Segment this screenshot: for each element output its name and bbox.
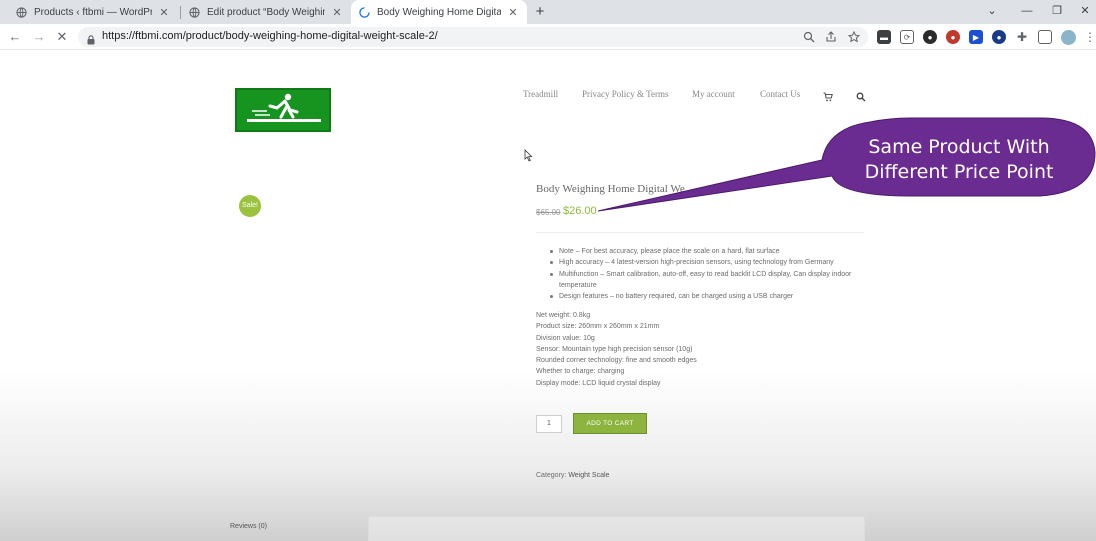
minimize-button[interactable]: — bbox=[1010, 0, 1044, 24]
nav-link-treadmill[interactable]: Treadmill bbox=[523, 89, 558, 99]
site-logo[interactable] bbox=[235, 88, 331, 132]
spec-line: Display mode: LCD liquid crystal display bbox=[536, 379, 661, 387]
spec-line: Net weight: 0.8kg bbox=[536, 312, 591, 319]
callout-text: Same Product With Different Price Point bbox=[836, 135, 1082, 185]
list-item: High accuracy – 4 latest-version high-pr… bbox=[548, 257, 868, 268]
side-panel-icon[interactable] bbox=[1038, 30, 1052, 44]
zoom-icon[interactable] bbox=[801, 29, 817, 45]
category-link[interactable]: Weight Scale bbox=[568, 472, 609, 479]
globe-icon bbox=[189, 6, 200, 18]
mouse-cursor-icon bbox=[524, 149, 533, 167]
close-icon[interactable]: ✕ bbox=[331, 6, 343, 19]
callout-line: Same Product With bbox=[868, 136, 1050, 158]
url-text[interactable]: https://ftbmi.com/product/body-weighing-… bbox=[102, 30, 438, 42]
bookmark-star-icon[interactable] bbox=[846, 29, 862, 45]
list-item: Design features – no battery required, c… bbox=[548, 291, 868, 302]
tab-title: Body Weighing Home Digital We bbox=[377, 6, 501, 18]
product-specs: Net weight: 0.8kg Product size: 260mm x … bbox=[536, 310, 697, 389]
tab-title: Products ‹ ftbmi — WordPress bbox=[34, 6, 152, 18]
back-button[interactable]: ← bbox=[7, 28, 23, 46]
extension-icon[interactable]: ● bbox=[923, 30, 937, 44]
quantity-input[interactable]: 1 bbox=[536, 415, 562, 433]
product-category: Category: Weight Scale bbox=[536, 472, 609, 479]
extension-icon[interactable]: ▶ bbox=[969, 30, 983, 44]
loading-spinner-icon bbox=[359, 6, 370, 18]
tab-title: Edit product “Body Weighing Ho bbox=[207, 6, 325, 18]
list-item: Note – For best accuracy, please place t… bbox=[548, 246, 868, 257]
tab-edit-product[interactable]: Edit product “Body Weighing Ho ✕ bbox=[181, 0, 351, 24]
menu-icon[interactable]: ⋮ bbox=[1083, 30, 1096, 44]
nav-link-contact[interactable]: Contact Us bbox=[760, 89, 800, 99]
close-icon[interactable]: ✕ bbox=[158, 6, 170, 19]
add-to-cart-button[interactable]: ADD TO CART bbox=[573, 413, 647, 434]
tab-products[interactable]: Products ‹ ftbmi — WordPress ✕ bbox=[8, 0, 178, 24]
close-icon[interactable]: ✕ bbox=[507, 6, 519, 19]
tab-product-page[interactable]: Body Weighing Home Digital We ✕ bbox=[351, 0, 527, 24]
callout-line: Different Price Point bbox=[864, 161, 1054, 183]
category-label: Category: bbox=[536, 472, 567, 479]
list-item: Multifunction – Smart calibration, auto-… bbox=[548, 269, 868, 280]
forward-button[interactable]: → bbox=[31, 28, 47, 46]
extension-icon[interactable]: ⟳ bbox=[900, 30, 914, 44]
search-icon[interactable] bbox=[856, 89, 866, 102]
new-tab-button[interactable]: + bbox=[531, 2, 549, 22]
nav-link-privacy[interactable]: Privacy Policy & Terms bbox=[582, 89, 668, 99]
list-item-continuation: temperature bbox=[559, 281, 597, 289]
globe-icon bbox=[16, 6, 27, 18]
divider bbox=[536, 232, 864, 233]
avatar[interactable] bbox=[1061, 30, 1076, 45]
tab-search-chevron-icon[interactable]: ⌄ bbox=[975, 0, 1009, 24]
tab-reviews[interactable]: Reviews (0) bbox=[230, 523, 267, 530]
nav-link-my-account[interactable]: My account bbox=[692, 89, 735, 99]
cart-icon[interactable] bbox=[823, 89, 833, 102]
spec-line: Sensor: Mountain type high precision sen… bbox=[536, 345, 693, 353]
spec-line: Product size: 260mm x 260mm x 21mm bbox=[536, 323, 660, 331]
browser-tab-bar: Products ‹ ftbmi — WordPress ✕ Edit prod… bbox=[0, 0, 1096, 24]
sale-badge: Sale! bbox=[239, 195, 261, 217]
spec-line: Rounded corner technology: fine and smoo… bbox=[536, 357, 697, 365]
lock-icon[interactable] bbox=[87, 32, 95, 50]
close-window-button[interactable]: ✕ bbox=[1068, 0, 1096, 24]
share-icon[interactable] bbox=[823, 29, 839, 45]
address-bar[interactable]: https://ftbmi.com/product/body-weighing-… bbox=[78, 27, 868, 47]
extension-icon[interactable]: ● bbox=[946, 30, 960, 44]
product-short-description: Note – For best accuracy, please place t… bbox=[548, 246, 868, 302]
price-regular: $65.00 bbox=[536, 208, 561, 217]
reviews-panel bbox=[368, 516, 865, 541]
extension-icon[interactable]: ● bbox=[992, 30, 1006, 44]
spec-line: Whether to charge: charging bbox=[536, 368, 625, 376]
puzzle-icon[interactable]: ✚ bbox=[1015, 30, 1029, 44]
stop-loading-button[interactable]: ✕ bbox=[54, 28, 70, 46]
spec-line: Division value: 10g bbox=[536, 334, 595, 342]
extension-icon[interactable]: ▬ bbox=[877, 30, 891, 44]
